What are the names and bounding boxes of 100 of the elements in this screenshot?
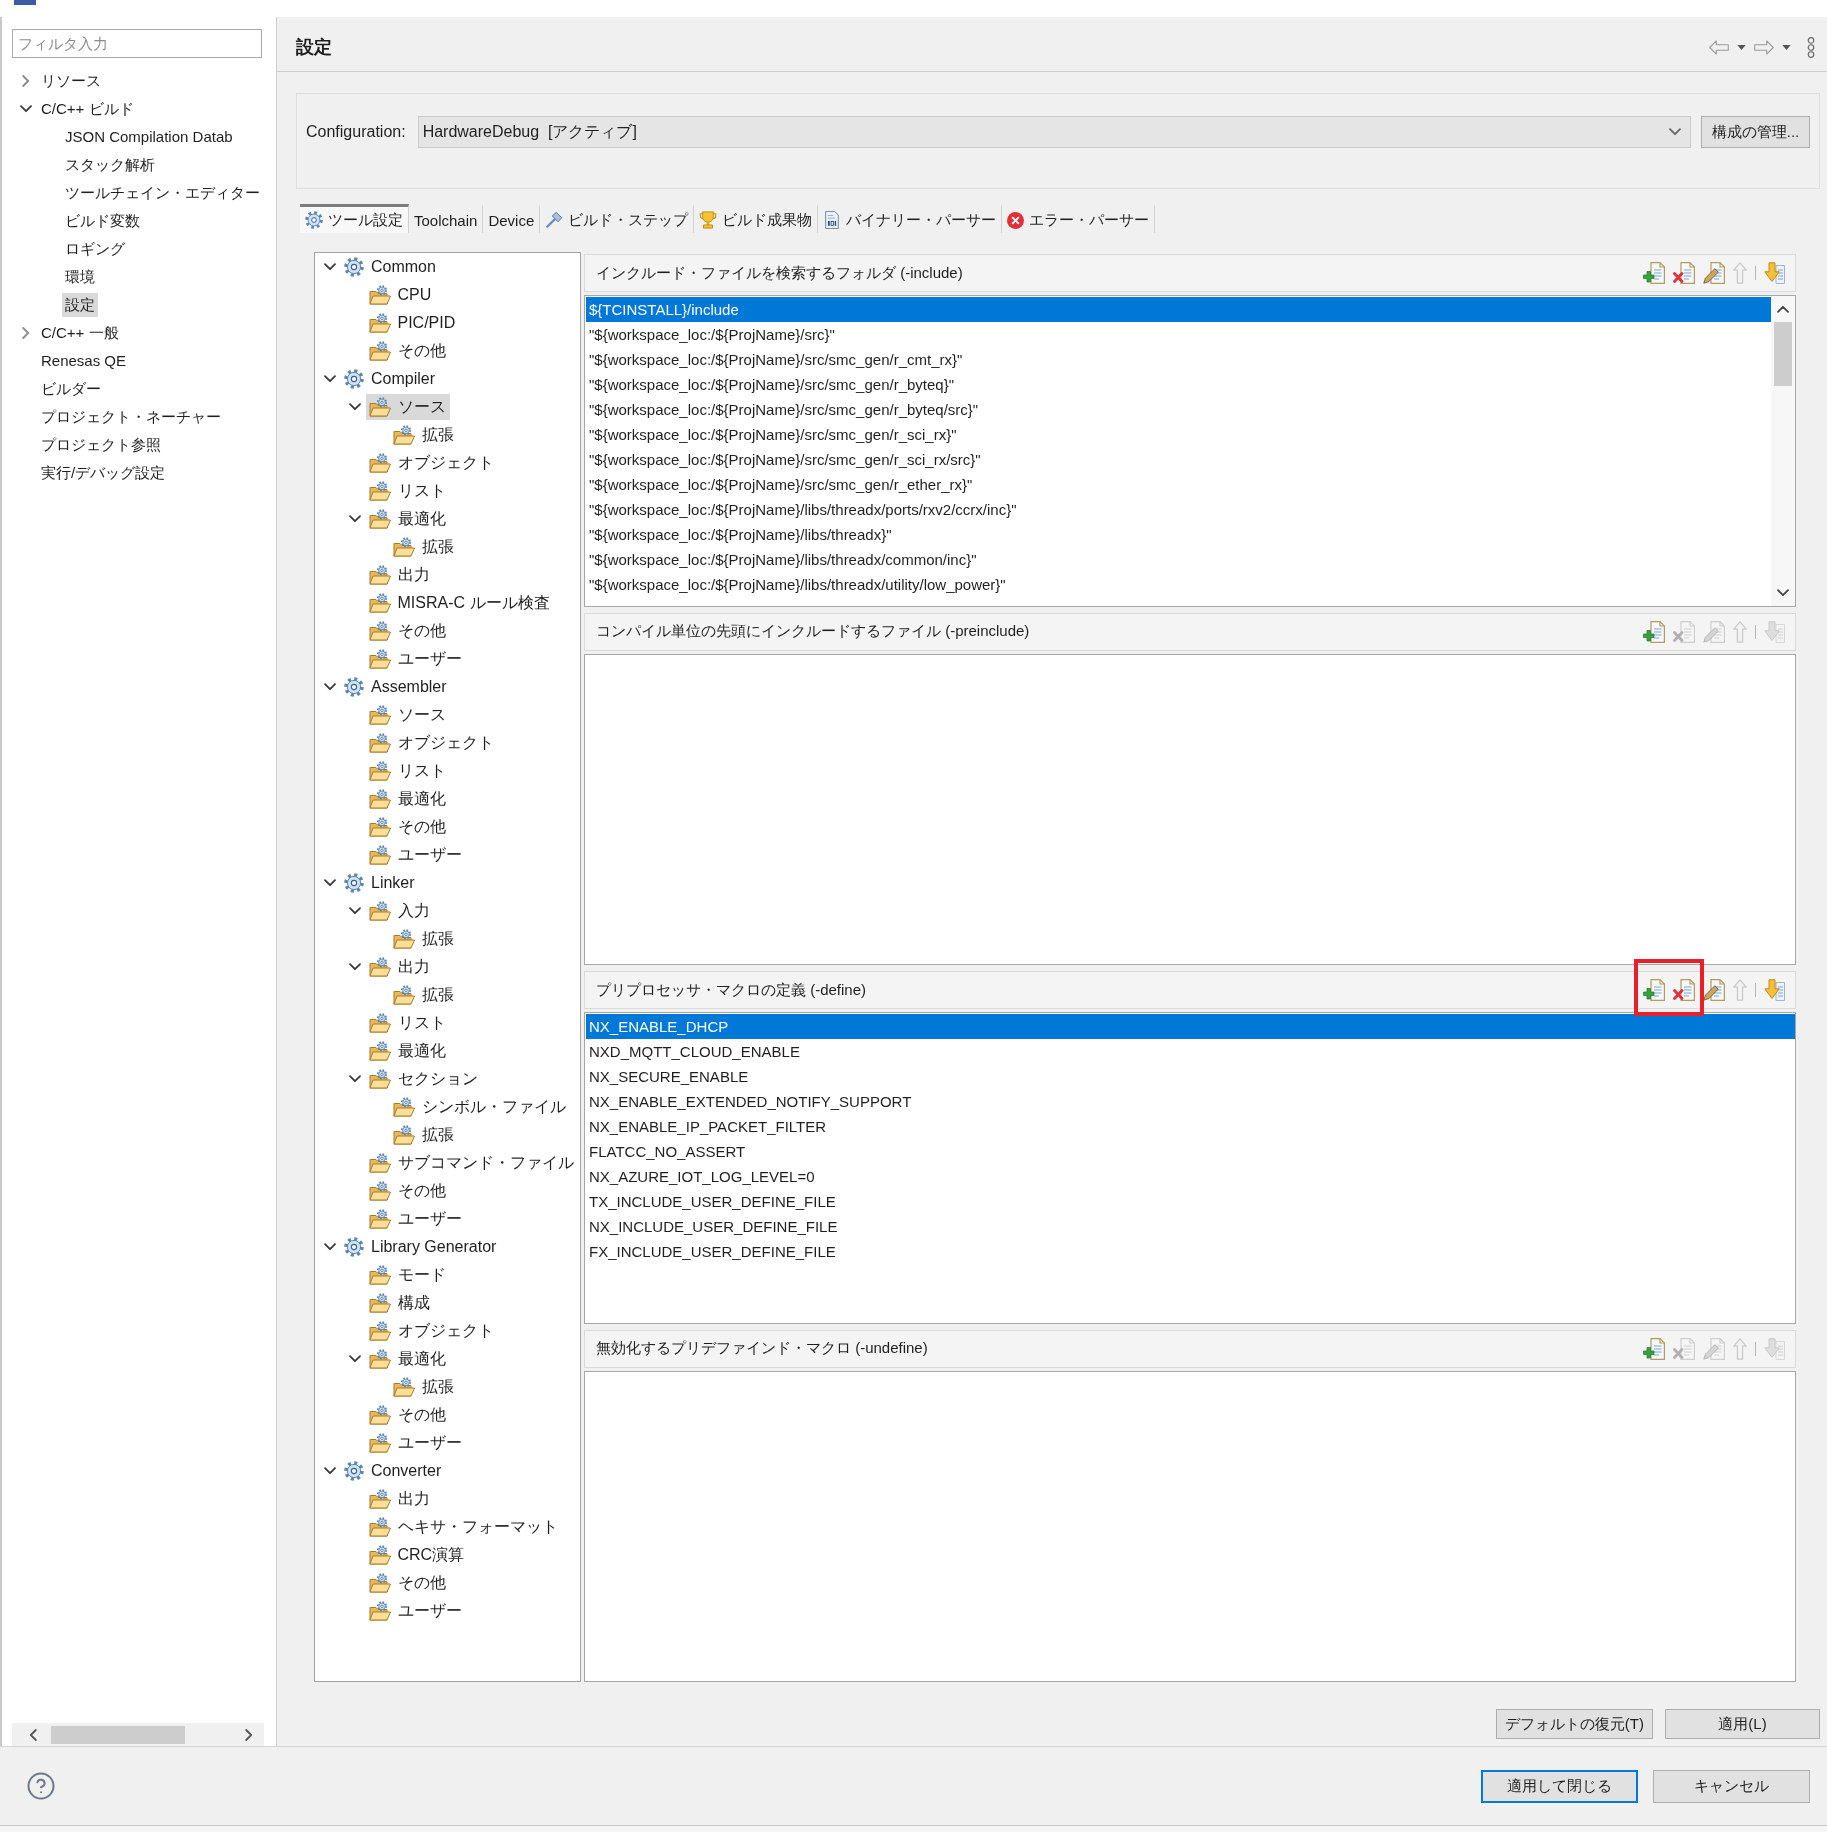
list-item[interactable]: "${workspace_loc:/${ProjName}/src/smc_gen/r_sci_rx}" (586, 422, 1771, 447)
tree-item[interactable]: 構成 (365, 1290, 434, 1316)
delete-document-icon[interactable] (1673, 262, 1695, 284)
list-item[interactable]: NX_ENABLE_IP_PACKET_FILTER (586, 1114, 1795, 1139)
list-item[interactable]: TX_INCLUDE_USER_DEFINE_FILE (586, 1189, 1795, 1214)
tree-item[interactable]: サブコマンド・ファイル (365, 1150, 578, 1176)
tree-item[interactable]: リスト (365, 758, 450, 784)
tab[interactable]: Device (483, 204, 541, 233)
tree-item[interactable]: モード (365, 1262, 450, 1288)
list-item[interactable]: NX_INCLUDE_USER_DEFINE_FILE (586, 1214, 1795, 1239)
list-item[interactable]: "${workspace_loc:/${ProjName}/libs/threadx/ports/rxv2/ccrx/inc}" (586, 497, 1771, 522)
down-arrow-icon[interactable] (1764, 979, 1786, 1001)
chevron-down-icon[interactable] (348, 403, 361, 411)
dropdown-icon[interactable] (1782, 44, 1791, 50)
chevron-down-icon[interactable] (348, 515, 361, 523)
tree-item[interactable]: 出力 (365, 954, 434, 980)
list-item[interactable]: "${workspace_loc:/${ProjName}/libs/threadx/common/inc}" (586, 547, 1771, 572)
nav-item[interactable]: ビルダー (38, 377, 104, 401)
chevron-down-icon[interactable] (20, 105, 32, 113)
tree-item[interactable]: 拡張 (390, 926, 458, 952)
add-document-icon[interactable] (1643, 620, 1665, 643)
nav-item[interactable]: Renesas QE (38, 349, 130, 373)
list-item[interactable]: "${workspace_loc:/${ProjName}/src/smc_gen/r_sci_rx/src}" (586, 447, 1771, 472)
delete-document-icon[interactable] (1673, 979, 1695, 1001)
tab[interactable]: ビルド成果物 (694, 204, 819, 233)
nav-item[interactable]: 環境 (62, 265, 98, 289)
scrollbar-thumb[interactable] (1774, 322, 1792, 386)
list-item[interactable]: "${workspace_loc:/${ProjName}/src}" (586, 322, 1771, 347)
scroll-right-icon[interactable] (245, 1728, 253, 1741)
tree-item[interactable]: 入力 (365, 898, 434, 924)
configuration-select[interactable]: HardwareDebug [アクティブ] (417, 116, 1691, 148)
tab[interactable]: ツール設定 (300, 204, 409, 233)
chevron-right-icon[interactable] (22, 327, 30, 339)
list-item[interactable]: NX_ENABLE_DHCP (586, 1014, 1795, 1039)
scrollbar[interactable] (1771, 296, 1795, 606)
nav-item[interactable]: ロギング (62, 237, 128, 261)
tree-item[interactable]: 拡張 (390, 982, 458, 1008)
chevron-down-icon[interactable] (324, 375, 336, 383)
list-item[interactable]: "${workspace_loc:/${ProjName}/src/smc_gen/r_ether_rx}" (586, 472, 1771, 497)
tree-item[interactable]: CPU (365, 282, 436, 308)
tree-item[interactable]: Common (341, 254, 440, 280)
tree-item[interactable]: 最適化 (365, 1038, 450, 1064)
chevron-down-icon[interactable] (324, 1467, 336, 1475)
tree-item[interactable]: ソース (365, 702, 450, 728)
nav-item[interactable]: ビルド変数 (62, 209, 143, 233)
forward-arrow-icon[interactable] (1754, 39, 1774, 55)
add-document-icon[interactable] (1643, 262, 1665, 284)
tree-item[interactable]: セクション (365, 1066, 482, 1092)
tree-item[interactable]: その他 (365, 814, 450, 840)
tree-item[interactable]: シンボル・ファイル (390, 1094, 570, 1120)
nav-item[interactable]: C/C++ ビルド (38, 97, 137, 121)
list-item[interactable]: "${workspace_loc:/${ProjName}/src/smc_gen/r_cmt_rx}" (586, 347, 1771, 372)
scrollbar[interactable] (12, 1723, 264, 1746)
tab[interactable]: ビルド・ステップ (540, 204, 695, 233)
list-item[interactable]: NX_SECURE_ENABLE (586, 1064, 1795, 1089)
chevron-down-icon[interactable] (348, 907, 361, 915)
tree-item[interactable]: その他 (365, 1402, 450, 1428)
tree-item[interactable]: 拡張 (390, 1374, 458, 1400)
tree-item[interactable]: オブジェクト (365, 450, 498, 476)
nav-item[interactable]: C/C++ 一般 (38, 321, 122, 345)
tree-item[interactable]: Compiler (341, 366, 439, 392)
edit-document-icon[interactable] (1703, 979, 1725, 1001)
nav-item[interactable]: プロジェクト・ネーチャー (38, 405, 224, 429)
list-item[interactable]: NX_AZURE_IOT_LOG_LEVEL=0 (586, 1164, 1795, 1189)
chevron-down-icon[interactable] (348, 1075, 361, 1083)
tree-item[interactable]: その他 (365, 1178, 450, 1204)
tree-item[interactable]: 最適化 (365, 786, 450, 812)
tree-item[interactable]: 拡張 (390, 1122, 458, 1148)
scroll-down-icon[interactable] (1777, 588, 1789, 597)
chevron-down-icon[interactable] (324, 683, 336, 691)
dropdown-icon[interactable] (1737, 44, 1746, 50)
tree-item[interactable]: PIC/PID (365, 310, 460, 336)
restore-defaults-button[interactable]: デフォルトの復元(T) (1495, 1709, 1653, 1739)
list-item[interactable]: "${workspace_loc:/${ProjName}/libs/threadx}" (586, 522, 1771, 547)
cancel-button[interactable]: キャンセル (1653, 1769, 1810, 1803)
tree-item[interactable]: その他 (365, 338, 450, 364)
tree-item[interactable]: Library Generator (341, 1234, 501, 1260)
more-icon[interactable] (1807, 36, 1815, 58)
tree-item[interactable]: ユーザー (365, 842, 466, 868)
tree-item[interactable]: 出力 (365, 562, 434, 588)
list-item[interactable]: FX_INCLUDE_USER_DEFINE_FILE (586, 1239, 1795, 1264)
tree-item[interactable]: ヘキサ・フォーマット (365, 1514, 562, 1540)
tree-item[interactable]: ユーザー (365, 646, 466, 672)
filter-field[interactable]: フィルタ入力 (12, 29, 262, 58)
nav-item[interactable]: リソース (38, 69, 104, 93)
tree-item[interactable]: 拡張 (390, 422, 458, 448)
nav-item[interactable]: 設定 (62, 293, 98, 317)
nav-item[interactable]: プロジェクト参照 (38, 433, 164, 457)
tree-item[interactable]: Converter (341, 1458, 446, 1484)
tab[interactable]: バイナリー・パーサー (818, 204, 1003, 233)
scroll-up-icon[interactable] (1777, 305, 1789, 313)
add-document-icon[interactable] (1643, 1337, 1665, 1360)
tree-item[interactable]: Linker (341, 870, 419, 896)
list-item[interactable]: FLATCC_NO_ASSERT (586, 1139, 1795, 1164)
tree-item[interactable]: ソース (365, 394, 450, 420)
list-item[interactable]: "${workspace_loc:/${ProjName}/src/smc_gen/r_byteq/src}" (586, 397, 1771, 422)
chevron-down-icon[interactable] (324, 879, 336, 887)
apply-and-close-button[interactable]: 適用して閉じる (1481, 1769, 1638, 1803)
tree-item[interactable]: オブジェクト (365, 730, 498, 756)
scrollbar-thumb[interactable] (51, 1725, 185, 1744)
